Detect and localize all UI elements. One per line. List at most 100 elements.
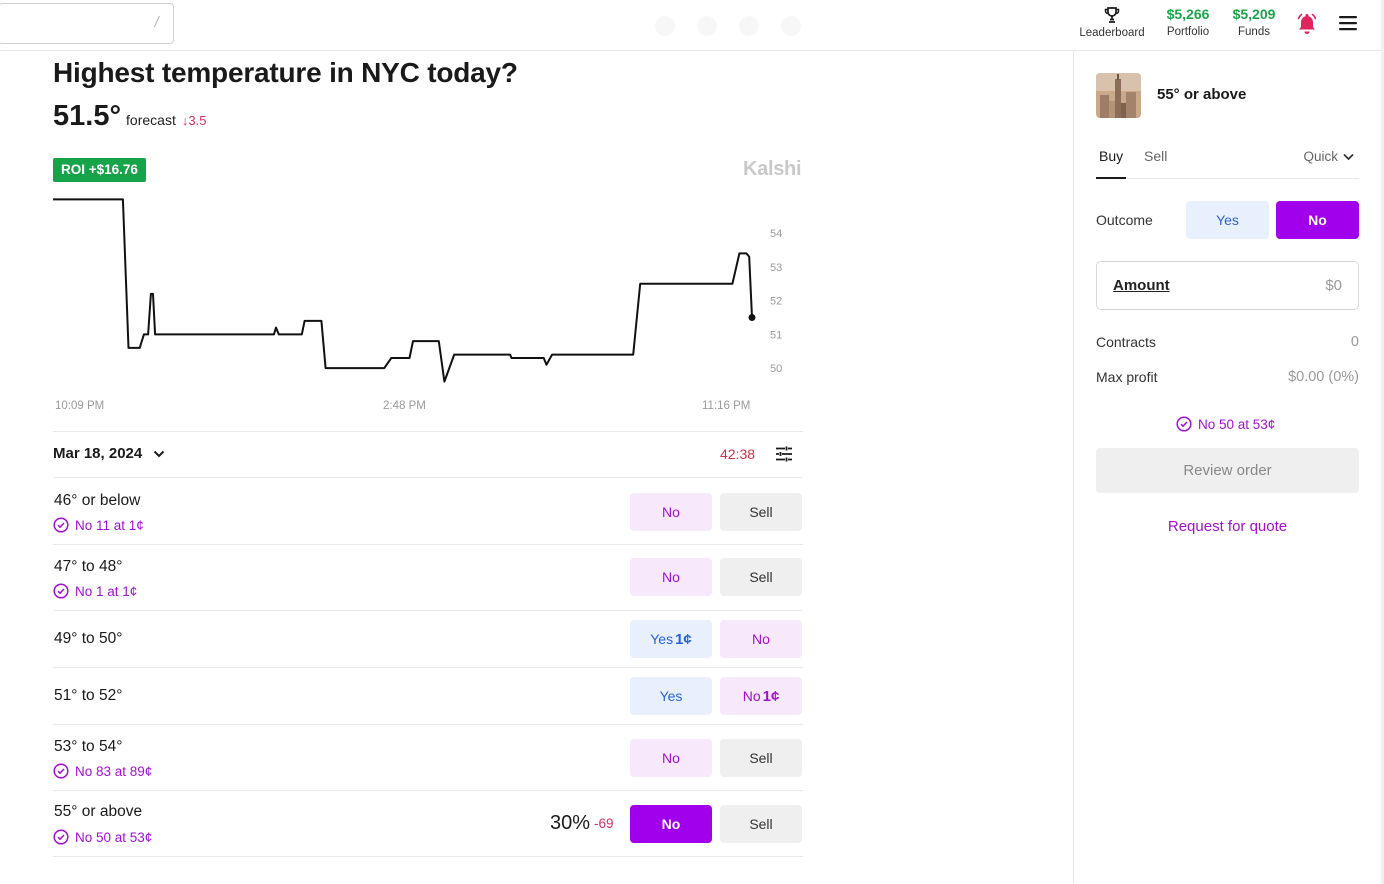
faint-nav-icons [655,16,801,36]
trophy-icon [1104,7,1120,23]
buy-no-button[interactable]: No [630,558,712,596]
market-row: 46° or below No 11 at 1¢ No Sell [53,478,803,545]
request-quote-link[interactable]: Request for quote [1096,518,1359,535]
button-label: No [742,687,761,704]
market-name: 47° to 48° [54,558,123,575]
market-name: 53° to 54° [54,738,123,755]
check-circle-icon [1176,416,1192,432]
button-label: No [1308,212,1327,228]
buy-no-button[interactable]: No [720,620,802,658]
current-point-marker [748,314,756,321]
portfolio-link[interactable]: $5,266 Portfolio [1162,6,1214,38]
market-name: 55° or above [54,803,143,820]
market-thumbnail [1096,73,1141,118]
bell-icon[interactable] [1296,12,1318,36]
market-row: 47° to 48° No 1 at 1¢ No Sell [53,545,803,611]
portfolio-value: $5,266 [1166,6,1210,22]
position-text: No 50 at 53¢ [1198,416,1276,432]
max-profit-value: $0.00 (0%) [1288,369,1359,385]
market-row: 53° to 54° No 83 at 89¢ No Sell [53,725,803,791]
forecast-change: ↓3.5 [181,113,207,128]
portfolio-label: Portfolio [1166,26,1210,38]
outcome-yes-button[interactable]: Yes [1186,201,1269,239]
position-text: No 1 at 1¢ [75,583,138,599]
y-tick-label: 54 [770,228,782,240]
date-selector[interactable]: Mar 18, 2024 [53,445,142,462]
nav-icon[interactable] [739,16,759,36]
contracts-row: Contracts 0 [1096,334,1359,350]
market-title: Highest temperature in NYC today? [53,57,518,88]
button-label: Sell [749,569,773,585]
order-mode-dropdown[interactable]: Quick [1303,149,1354,164]
buy-yes-button[interactable]: Yes [630,677,712,715]
tab-sell[interactable]: Sell [1144,148,1167,164]
market-row: 51° to 52° Yes No 1¢ [53,668,803,725]
amount-label: Amount [1113,277,1170,294]
position-text: No 50 at 53¢ [75,829,153,845]
market-name: 51° to 52° [54,687,123,704]
buy-no-button[interactable]: No [630,739,712,777]
nav-icon[interactable] [697,16,717,36]
max-profit-label: Max profit [1096,369,1158,385]
amount-value[interactable]: $0 [1325,277,1342,294]
sell-button[interactable]: Sell [720,739,802,777]
leaderboard-link[interactable]: Leaderboard [1076,6,1148,39]
button-label: No [662,569,680,585]
nav-icon[interactable] [655,16,675,36]
x-tick-label: 11:16 PM [702,400,751,412]
panel-divider [1073,51,1074,884]
buy-no-button[interactable]: No [630,493,712,531]
contracts-label: Contracts [1096,334,1156,350]
button-label: No [662,750,680,766]
order-tabs: Buy Sell Quick [1096,144,1359,179]
button-label: Sell [749,750,773,766]
buy-yes-button[interactable]: Yes 1¢ [630,620,712,658]
position-note: No 83 at 89¢ [53,763,152,779]
date-row: Mar 18, 2024 42:38 [53,431,803,478]
buy-no-button[interactable]: No [630,805,712,843]
order-panel-title: 55° or above [1157,86,1247,103]
max-profit-row: Max profit $0.00 (0%) [1096,369,1359,385]
market-row-selected: 55° or above No 50 at 53¢ 30% -69 No Sel… [53,791,803,857]
top-bar: / Leaderboard $5,266 Portfolio $5,209 Fu… [0,0,1384,51]
position-text: No 83 at 89¢ [75,763,153,779]
sell-button[interactable]: Sell [720,805,802,843]
button-label: Sell [749,816,773,832]
button-label: No [662,504,680,520]
check-circle-icon [53,763,69,779]
yes-price: 1¢ [675,630,692,648]
position-note: No 50 at 53¢ [53,829,152,845]
x-tick-label: 2:48 PM [383,400,426,412]
chevron-down-icon [1343,153,1354,160]
button-label: Yes [650,630,674,647]
chevron-down-icon[interactable] [153,449,165,459]
sell-button[interactable]: Sell [720,493,802,531]
filter-sliders-icon[interactable] [775,445,793,463]
menu-icon[interactable] [1338,14,1358,32]
leaderboard-label: Leaderboard [1079,27,1145,39]
sell-button[interactable]: Sell [720,558,802,596]
funds-link[interactable]: $5,209 Funds [1228,6,1280,38]
outcome-no-button[interactable]: No [1276,201,1359,239]
review-order-button[interactable]: Review order [1096,448,1359,493]
price-chart[interactable]: 54 53 52 51 50 [53,185,793,400]
outcome-label: Outcome [1096,212,1153,228]
buy-no-button[interactable]: No 1¢ [720,677,802,715]
button-label: No [752,631,770,647]
button-label: Yes [1216,212,1239,228]
funds-label: Funds [1238,26,1270,38]
check-circle-icon [53,583,69,599]
y-tick-label: 53 [770,262,782,274]
nav-icon[interactable] [781,16,801,36]
brand-watermark: Kalshi [743,158,802,180]
button-label: Review order [1183,462,1272,479]
search-box[interactable]: / [0,3,174,44]
forecast-label: forecast [126,112,176,128]
y-tick-label: 52 [770,296,782,308]
search-input[interactable] [7,4,147,42]
tab-buy[interactable]: Buy [1096,144,1126,179]
search-shortcut: / [153,15,161,30]
amount-field[interactable]: Amount $0 [1096,261,1359,310]
check-circle-icon [53,517,69,533]
market-name: 46° or below [54,492,141,509]
